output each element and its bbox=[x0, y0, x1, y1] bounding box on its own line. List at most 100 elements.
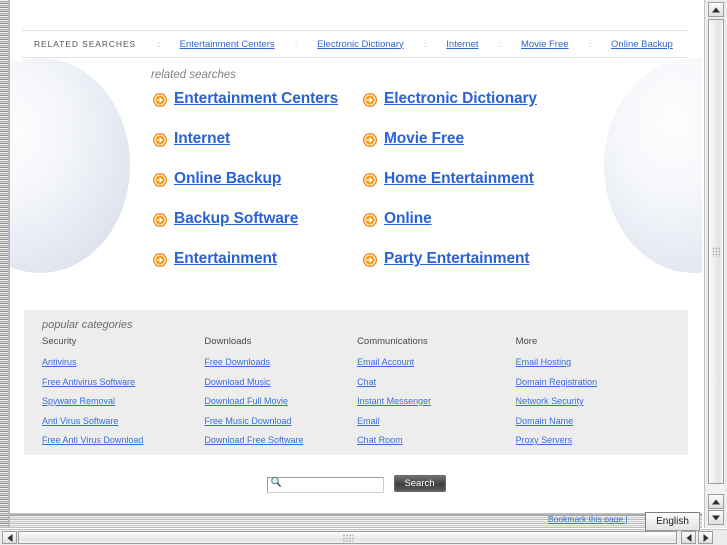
category-heading: Communications bbox=[357, 336, 428, 347]
related-link-party-entertainment[interactable]: Party Entertainment bbox=[384, 250, 529, 268]
related-link-electronic-dictionary[interactable]: Electronic Dictionary bbox=[384, 90, 537, 108]
arrow-circle-right-icon bbox=[153, 93, 167, 107]
related-link-item[interactable]: Electronic Dictionary bbox=[363, 90, 573, 108]
category-link-download-free-software[interactable]: Download Free Software bbox=[204, 435, 303, 445]
chevron-up-icon bbox=[712, 7, 720, 12]
related-link-movie-free[interactable]: Movie Free bbox=[384, 130, 464, 148]
page-content: RELATED SEARCHES :: Entertainment Center… bbox=[10, 0, 702, 513]
scroll-down-button[interactable] bbox=[708, 510, 724, 525]
popular-categories-title: popular categories bbox=[42, 319, 133, 331]
vertical-scrollbar-thumb[interactable] bbox=[708, 19, 724, 484]
scrollbar-grip-icon bbox=[342, 533, 353, 542]
related-link-item[interactable]: Online bbox=[363, 210, 573, 228]
arrow-circle-right-icon bbox=[363, 93, 377, 107]
separator-icon: :: bbox=[423, 39, 428, 49]
language-selector[interactable]: English bbox=[645, 512, 700, 531]
chevron-left-icon bbox=[686, 533, 691, 542]
category-link-anti-virus-software[interactable]: Anti Virus Software bbox=[42, 416, 118, 426]
arrow-circle-right-icon bbox=[153, 173, 167, 187]
related-searches-label: RELATED SEARCHES bbox=[34, 39, 137, 49]
category-link-email[interactable]: Email bbox=[357, 416, 380, 426]
related-searches-row: Entertainment Party Entertainment bbox=[153, 250, 573, 290]
category-link-network-security[interactable]: Network Security bbox=[516, 396, 584, 406]
arrow-circle-right-icon bbox=[153, 133, 167, 147]
related-link-entertainment[interactable]: Entertainment bbox=[174, 250, 277, 268]
arrow-circle-right-icon bbox=[363, 213, 377, 227]
related-link-item[interactable]: Internet bbox=[153, 130, 363, 148]
category-link-download-full-movie[interactable]: Download Full Movie bbox=[204, 396, 288, 406]
category-link-proxy-servers[interactable]: Proxy Servers bbox=[516, 435, 573, 445]
search-row: Search bbox=[10, 474, 702, 493]
related-searches-topbar-items: :: Entertainment Centers :: Electronic D… bbox=[136, 39, 688, 50]
related-link-backup-software[interactable]: Backup Software bbox=[174, 210, 298, 228]
arrow-circle-right-icon bbox=[153, 253, 167, 267]
category-link-email-hosting[interactable]: Email Hosting bbox=[516, 357, 572, 367]
related-link-item[interactable]: Backup Software bbox=[153, 210, 363, 228]
category-column-security: Security Antivirus Free Antivirus Softwa… bbox=[42, 336, 204, 455]
related-link-online-backup[interactable]: Online Backup bbox=[174, 170, 281, 188]
category-link-chat-room[interactable]: Chat Room bbox=[357, 435, 403, 445]
scroll-left-button[interactable] bbox=[2, 531, 17, 544]
category-link-spyware-removal[interactable]: Spyware Removal bbox=[42, 396, 115, 406]
related-searches-row: Backup Software Online bbox=[153, 210, 573, 250]
scroll-right-button[interactable] bbox=[698, 531, 713, 544]
related-link-item[interactable]: Home Entertainment bbox=[363, 170, 573, 188]
topbar-link-movie-free[interactable]: Movie Free bbox=[521, 39, 569, 50]
scroll-up-button-lower[interactable] bbox=[708, 494, 724, 509]
related-searches-topbar: RELATED SEARCHES :: Entertainment Center… bbox=[22, 30, 688, 58]
category-link-antivirus[interactable]: Antivirus bbox=[42, 357, 77, 367]
horizontal-scrollbar[interactable] bbox=[0, 529, 727, 545]
related-link-internet[interactable]: Internet bbox=[174, 130, 230, 148]
category-link-free-music-download[interactable]: Free Music Download bbox=[204, 416, 291, 426]
vertical-scrollbar[interactable] bbox=[704, 0, 727, 528]
topbar-link-internet[interactable]: Internet bbox=[446, 39, 478, 50]
category-heading: More bbox=[515, 336, 538, 347]
related-searches-row: Internet Movie Free bbox=[153, 130, 573, 170]
search-input-wrapper bbox=[266, 474, 384, 493]
horizontal-scrollbar-thumb[interactable] bbox=[18, 531, 677, 544]
left-edge-divider bbox=[8, 0, 10, 527]
popular-categories-columns: Security Antivirus Free Antivirus Softwa… bbox=[42, 336, 678, 455]
arrow-circle-right-icon bbox=[363, 173, 377, 187]
bookmark-this-page-link[interactable]: Bookmark this page | bbox=[548, 514, 628, 524]
search-button[interactable]: Search bbox=[393, 474, 446, 492]
related-searches-row: Entertainment Centers Electronic Diction… bbox=[153, 90, 573, 130]
related-link-online[interactable]: Online bbox=[384, 210, 432, 228]
related-link-entertainment-centers[interactable]: Entertainment Centers bbox=[174, 90, 338, 108]
category-column-communications: Communications Email Account Chat Instan… bbox=[357, 336, 516, 455]
category-link-email-account[interactable]: Email Account bbox=[357, 357, 414, 367]
topbar-link-online-backup[interactable]: Online Backup bbox=[611, 39, 673, 50]
related-link-item[interactable]: Movie Free bbox=[363, 130, 573, 148]
scroll-up-button[interactable] bbox=[708, 2, 724, 17]
decorative-sphere-right bbox=[604, 58, 702, 273]
search-input[interactable] bbox=[266, 476, 384, 493]
chevron-down-icon bbox=[712, 515, 720, 520]
category-link-free-downloads[interactable]: Free Downloads bbox=[204, 357, 270, 367]
scroll-left-button-right-group[interactable] bbox=[681, 531, 696, 544]
category-heading: Downloads bbox=[204, 336, 252, 347]
category-link-free-anti-virus-download[interactable]: Free Anti Virus Download bbox=[42, 435, 143, 445]
related-link-item[interactable]: Entertainment Centers bbox=[153, 90, 363, 108]
browser-window: RELATED SEARCHES :: Entertainment Center… bbox=[0, 0, 727, 545]
related-link-item[interactable]: Party Entertainment bbox=[363, 250, 573, 268]
category-link-domain-name[interactable]: Domain Name bbox=[516, 416, 574, 426]
scrollbar-grip-icon bbox=[712, 246, 720, 257]
separator-icon: :: bbox=[498, 39, 503, 49]
related-link-item[interactable]: Online Backup bbox=[153, 170, 363, 188]
category-link-download-music[interactable]: Download Music bbox=[204, 377, 270, 387]
category-column-more: More Email Hosting Domain Registration N… bbox=[516, 336, 678, 455]
category-link-free-antivirus-software[interactable]: Free Antivirus Software bbox=[42, 377, 135, 387]
decorative-sphere-left bbox=[10, 58, 130, 273]
chevron-right-icon bbox=[703, 533, 708, 542]
category-link-chat[interactable]: Chat bbox=[357, 377, 376, 387]
topbar-link-entertainment-centers[interactable]: Entertainment Centers bbox=[180, 39, 275, 50]
arrow-circle-right-icon bbox=[153, 213, 167, 227]
related-link-home-entertainment[interactable]: Home Entertainment bbox=[384, 170, 534, 188]
category-link-instant-messenger[interactable]: Instant Messenger bbox=[357, 396, 431, 406]
category-link-domain-registration[interactable]: Domain Registration bbox=[516, 377, 598, 387]
topbar-link-electronic-dictionary[interactable]: Electronic Dictionary bbox=[317, 39, 404, 50]
left-edge-gutter bbox=[0, 0, 8, 527]
category-heading: Security bbox=[42, 336, 77, 347]
arrow-circle-right-icon bbox=[363, 133, 377, 147]
related-link-item[interactable]: Entertainment bbox=[153, 250, 363, 268]
